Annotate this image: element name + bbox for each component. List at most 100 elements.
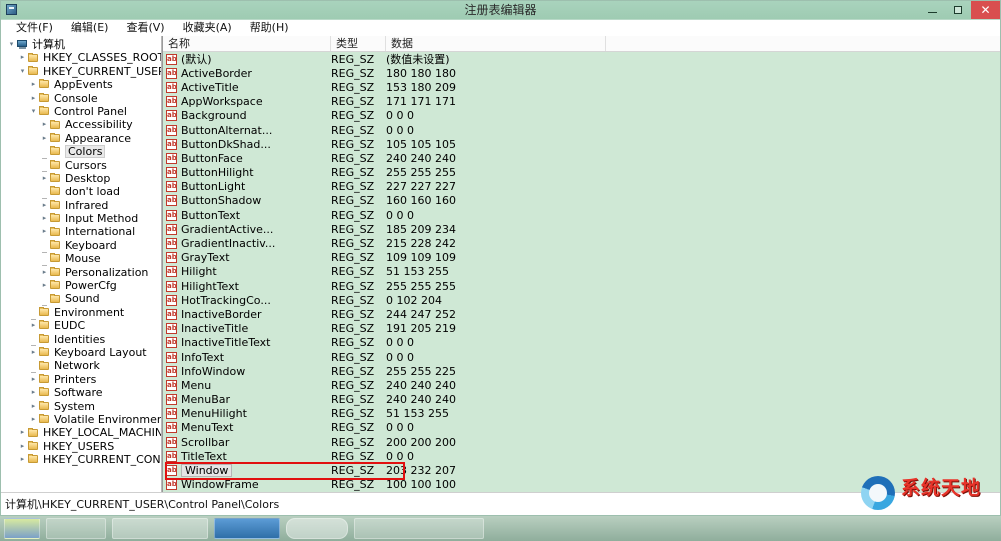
- chevron-right-icon[interactable]: [29, 319, 38, 332]
- tree-node[interactable]: HKEY_LOCAL_MACHINE: [1, 426, 161, 439]
- chevron-right-icon[interactable]: [40, 212, 49, 225]
- table-row[interactable]: ab InfoText REG_SZ 0 0 0: [163, 350, 1000, 364]
- table-row[interactable]: ab AppWorkspace REG_SZ 171 171 171: [163, 95, 1000, 109]
- menu-view[interactable]: 查看(V): [117, 20, 173, 36]
- registry-tree-pane[interactable]: 计算机HKEY_CLASSES_ROOTHKEY_CURRENT_USERApp…: [1, 36, 162, 493]
- tree-node[interactable]: Software: [1, 386, 161, 399]
- table-row[interactable]: ab InactiveTitle REG_SZ 191 205 219: [163, 322, 1000, 336]
- tree-node[interactable]: Sound: [1, 292, 161, 307]
- title-bar[interactable]: 注册表编辑器 ✕: [1, 1, 1000, 20]
- table-row[interactable]: ab Menu REG_SZ 240 240 240: [163, 378, 1000, 392]
- tree-node[interactable]: Accessibility: [1, 118, 161, 131]
- chevron-down-icon[interactable]: [18, 65, 27, 78]
- table-row[interactable]: ab ButtonShadow REG_SZ 160 160 160: [163, 194, 1000, 208]
- tree-node[interactable]: HKEY_USERS: [1, 440, 161, 453]
- menu-help[interactable]: 帮助(H): [241, 20, 298, 36]
- taskbar-item[interactable]: [112, 518, 208, 539]
- close-button[interactable]: ✕: [971, 1, 1000, 19]
- tree-node[interactable]: Volatile Environment: [1, 413, 161, 426]
- chevron-right-icon[interactable]: [18, 440, 27, 453]
- tree-node[interactable]: EUDC: [1, 319, 161, 332]
- table-row[interactable]: ab ButtonHilight REG_SZ 255 255 255: [163, 166, 1000, 180]
- chevron-right-icon[interactable]: [40, 132, 49, 145]
- tree-node[interactable]: HKEY_CLASSES_ROOT: [1, 51, 161, 64]
- table-row[interactable]: ab ActiveBorder REG_SZ 180 180 180: [163, 66, 1000, 80]
- table-row[interactable]: ab Hilight REG_SZ 51 153 255: [163, 265, 1000, 279]
- chevron-down-icon[interactable]: [29, 105, 38, 118]
- table-row[interactable]: ab ButtonText REG_SZ 0 0 0: [163, 208, 1000, 222]
- tree-node[interactable]: Environment: [1, 306, 161, 320]
- tree-node[interactable]: 计算机: [1, 38, 161, 51]
- desktop-taskbar[interactable]: [0, 515, 1001, 541]
- table-row[interactable]: ab GrayText REG_SZ 109 109 109: [163, 251, 1000, 265]
- tree-node[interactable]: International: [1, 225, 161, 238]
- minimize-button[interactable]: [919, 1, 945, 19]
- tree-node[interactable]: don't load: [1, 185, 161, 199]
- tree-node[interactable]: Identities: [1, 333, 161, 347]
- registry-values-pane[interactable]: 名称 类型 数据 ab (默认) REG_SZ (数值未设置) ab ActiveBord…: [162, 36, 1000, 493]
- table-row[interactable]: ab Window REG_SZ 203 232 207: [163, 463, 1000, 478]
- tree-node[interactable]: Desktop: [1, 172, 161, 185]
- table-row[interactable]: ab HilightText REG_SZ 255 255 255: [163, 279, 1000, 293]
- table-row[interactable]: ab Background REG_SZ 0 0 0: [163, 109, 1000, 123]
- chevron-right-icon[interactable]: [29, 413, 38, 426]
- chevron-right-icon[interactable]: [40, 199, 49, 212]
- table-row[interactable]: ab MenuBar REG_SZ 240 240 240: [163, 393, 1000, 407]
- chevron-right-icon[interactable]: [40, 118, 49, 131]
- table-row[interactable]: ab ButtonLight REG_SZ 227 227 227: [163, 180, 1000, 194]
- chevron-right-icon[interactable]: [40, 225, 49, 238]
- table-row[interactable]: ab InactiveBorder REG_SZ 244 247 252: [163, 307, 1000, 321]
- tree-node[interactable]: Colors: [1, 145, 161, 159]
- table-row[interactable]: ab GradientInactiv... REG_SZ 215 228 242: [163, 236, 1000, 250]
- table-row[interactable]: ab ButtonFace REG_SZ 240 240 240: [163, 151, 1000, 165]
- chevron-right-icon[interactable]: [29, 386, 38, 399]
- taskbar-item[interactable]: [354, 518, 484, 539]
- taskbar-item-active[interactable]: [214, 518, 280, 539]
- table-row[interactable]: ab Scrollbar REG_SZ 200 200 200: [163, 435, 1000, 449]
- table-row[interactable]: ab ButtonAlternat... REG_SZ 0 0 0: [163, 123, 1000, 137]
- table-row[interactable]: ab WindowFrame REG_SZ 100 100 100: [163, 478, 1000, 492]
- menu-edit[interactable]: 编辑(E): [62, 20, 118, 36]
- tree-node[interactable]: Printers: [1, 373, 161, 386]
- tree-node[interactable]: Cursors: [1, 159, 161, 173]
- table-row[interactable]: ab MenuText REG_SZ 0 0 0: [163, 421, 1000, 435]
- chevron-right-icon[interactable]: [29, 78, 38, 91]
- table-row[interactable]: ab HotTrackingCo... REG_SZ 0 102 204: [163, 293, 1000, 307]
- chevron-right-icon[interactable]: [40, 266, 49, 279]
- chevron-right-icon[interactable]: [29, 373, 38, 386]
- tree-node[interactable]: Control Panel: [1, 105, 161, 118]
- chevron-right-icon[interactable]: [18, 426, 27, 439]
- chevron-right-icon[interactable]: [40, 172, 49, 185]
- tree-node[interactable]: HKEY_CURRENT_USER: [1, 65, 161, 78]
- chevron-right-icon[interactable]: [29, 346, 38, 359]
- chevron-right-icon[interactable]: [18, 51, 27, 64]
- chevron-right-icon[interactable]: [18, 453, 27, 466]
- restore-button[interactable]: [945, 1, 971, 19]
- tree-node[interactable]: Infrared: [1, 199, 161, 212]
- table-row[interactable]: ab InactiveTitleText REG_SZ 0 0 0: [163, 336, 1000, 350]
- tree-node[interactable]: Console: [1, 92, 161, 105]
- tree-node[interactable]: Keyboard: [1, 239, 161, 253]
- tree-node[interactable]: Appearance: [1, 132, 161, 145]
- chevron-right-icon[interactable]: [29, 92, 38, 105]
- taskbar-item[interactable]: [46, 518, 106, 539]
- table-row[interactable]: ab (默认) REG_SZ (数值未设置): [163, 52, 1000, 66]
- tree-node[interactable]: Personalization: [1, 266, 161, 279]
- table-row[interactable]: ab ButtonDkShad... REG_SZ 105 105 105: [163, 137, 1000, 151]
- tree-node[interactable]: Input Method: [1, 212, 161, 225]
- column-header-name[interactable]: 名称: [163, 36, 331, 51]
- tree-node[interactable]: HKEY_CURRENT_CONFIG: [1, 453, 161, 466]
- chevron-right-icon[interactable]: [29, 400, 38, 413]
- tree-node[interactable]: Keyboard Layout: [1, 346, 161, 359]
- tree-node[interactable]: System: [1, 400, 161, 413]
- menu-file[interactable]: 文件(F): [7, 20, 62, 36]
- table-row[interactable]: ab ActiveTitle REG_SZ 153 180 209: [163, 80, 1000, 94]
- chevron-right-icon[interactable]: [40, 279, 49, 292]
- column-header-type[interactable]: 类型: [331, 36, 386, 51]
- taskbar-item[interactable]: [286, 518, 348, 539]
- table-row[interactable]: ab GradientActive... REG_SZ 185 209 234: [163, 222, 1000, 236]
- chevron-down-icon[interactable]: [7, 38, 16, 51]
- menu-favorites[interactable]: 收藏夹(A): [174, 20, 241, 36]
- tree-node[interactable]: Network: [1, 359, 161, 374]
- tree-node[interactable]: AppEvents: [1, 78, 161, 91]
